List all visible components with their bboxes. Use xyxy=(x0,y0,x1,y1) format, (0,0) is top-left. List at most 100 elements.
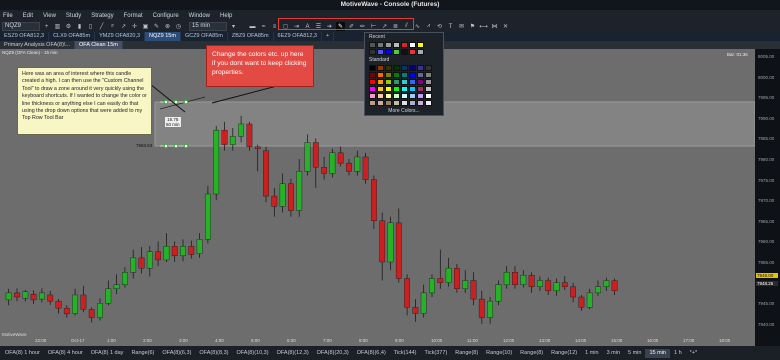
measure-icon[interactable]: ⟷ xyxy=(479,22,488,31)
tip-callout[interactable]: Change the colors etc. up here if you do… xyxy=(206,45,314,87)
tab-esz9[interactable]: ESZ9 OFA812,3 xyxy=(0,32,50,41)
candle[interactable] xyxy=(113,284,120,289)
candle[interactable] xyxy=(97,302,103,318)
annotation-callout[interactable]: Here was an area of interest where this … xyxy=(17,67,152,135)
candle[interactable] xyxy=(55,300,62,309)
label-icon[interactable]: ⚑ xyxy=(468,22,477,31)
candle[interactable] xyxy=(553,282,560,292)
tab-6ez9[interactable]: 6EZ9 OFA812,3 xyxy=(274,32,322,41)
candle[interactable] xyxy=(196,239,203,254)
clock-icon[interactable]: ◷ xyxy=(174,22,183,31)
candle[interactable] xyxy=(454,267,460,289)
candle[interactable] xyxy=(437,278,444,283)
color-swatch[interactable] xyxy=(401,93,408,99)
add-tab-icon[interactable]: + xyxy=(322,32,335,41)
tab-zbz9[interactable]: ZBZ9 OFA85m xyxy=(228,32,274,41)
period-button[interactable]: 15 min xyxy=(645,348,670,358)
candle[interactable] xyxy=(296,171,303,211)
candle[interactable] xyxy=(420,292,427,314)
candle[interactable] xyxy=(63,307,70,315)
candle[interactable] xyxy=(304,142,311,172)
menu-strategy[interactable]: Strategy xyxy=(91,13,113,19)
color-swatch[interactable] xyxy=(369,93,376,99)
color-swatch[interactable] xyxy=(425,79,432,85)
period-button[interactable]: Tick(144) xyxy=(390,349,421,358)
link-icon[interactable]: ⊗ xyxy=(163,22,172,31)
color-swatch[interactable] xyxy=(401,49,408,55)
color-swatch[interactable] xyxy=(417,93,424,99)
candle[interactable] xyxy=(354,156,361,172)
color-swatch[interactable] xyxy=(385,100,392,106)
period-button[interactable]: OFA(8)(6,3) xyxy=(158,349,195,358)
candle[interactable] xyxy=(229,136,236,145)
period-button[interactable]: OFA(8) 1 day xyxy=(87,349,128,358)
color-swatch[interactable] xyxy=(425,86,432,92)
settings-icon[interactable]: ⚙ xyxy=(64,22,73,31)
color-swatch[interactable] xyxy=(401,86,408,92)
menu-file[interactable]: File xyxy=(3,13,13,19)
candle[interactable] xyxy=(47,294,54,302)
menu-study[interactable]: Study xyxy=(66,13,81,19)
color-swatch[interactable] xyxy=(369,49,376,55)
candle[interactable] xyxy=(312,142,319,168)
color-swatch[interactable] xyxy=(409,79,416,85)
candle[interactable] xyxy=(337,152,344,164)
color-swatch[interactable] xyxy=(409,93,416,99)
color-swatch[interactable] xyxy=(369,100,376,106)
color-swatch[interactable] xyxy=(401,65,408,71)
color-swatch[interactable] xyxy=(409,65,416,71)
color-swatch[interactable] xyxy=(369,65,376,71)
tab-clx9[interactable]: CLX9 OFA85m xyxy=(49,32,96,41)
candle[interactable] xyxy=(321,167,327,174)
color-swatch[interactable] xyxy=(385,65,392,71)
color-swatch[interactable] xyxy=(377,42,384,48)
period-button[interactable]: Range(10) xyxy=(482,349,516,358)
candle-icon[interactable]: ▯ xyxy=(86,22,95,31)
color-swatch[interactable] xyxy=(385,49,392,55)
color-swatch[interactable] xyxy=(393,100,400,106)
menu-help[interactable]: Help xyxy=(220,13,232,19)
period-button[interactable]: OFA(8)(6,4) xyxy=(353,349,390,358)
color-swatch[interactable] xyxy=(425,65,432,71)
candle[interactable] xyxy=(412,307,419,314)
color-picker-dropdown[interactable]: Recent Standard More Colors... xyxy=(364,32,444,116)
color-swatch[interactable] xyxy=(369,79,376,85)
custom-channel-zone[interactable] xyxy=(154,101,755,147)
color-swatch[interactable] xyxy=(417,79,424,85)
color-swatch[interactable] xyxy=(377,86,384,92)
candle[interactable] xyxy=(80,294,87,310)
color-swatch[interactable] xyxy=(377,49,384,55)
candle[interactable] xyxy=(503,272,510,285)
candle[interactable] xyxy=(213,129,220,195)
period-button[interactable]: Range(8) xyxy=(516,349,547,358)
color-swatch[interactable] xyxy=(401,72,408,78)
candle[interactable] xyxy=(470,280,477,300)
candle[interactable] xyxy=(14,292,20,298)
dropdown-icon[interactable]: ▾ xyxy=(229,22,238,31)
candle[interactable] xyxy=(254,146,261,149)
color-swatch[interactable] xyxy=(425,93,432,99)
candle[interactable] xyxy=(611,280,618,292)
bar-chart-icon[interactable]: ▮ xyxy=(75,22,84,31)
timeframe-select[interactable]: 15 min xyxy=(189,22,227,31)
color-swatch[interactable] xyxy=(377,100,384,106)
candle[interactable] xyxy=(138,257,145,269)
candle[interactable] xyxy=(429,278,435,294)
period-button[interactable]: *+* xyxy=(686,349,702,358)
draw-icon[interactable]: ✎ xyxy=(152,22,161,31)
zoom-icon[interactable]: ⌕ xyxy=(108,22,117,31)
candle[interactable] xyxy=(462,280,469,289)
handle-point[interactable] xyxy=(163,143,169,149)
period-button[interactable]: OFA(8)(10,3) xyxy=(232,349,272,358)
candle[interactable] xyxy=(121,272,128,285)
color-swatch[interactable] xyxy=(385,42,392,48)
tab-ymz9[interactable]: YMZ9 OFA820,3 xyxy=(95,32,146,41)
candle[interactable] xyxy=(445,267,452,283)
color-swatch[interactable] xyxy=(417,72,424,78)
color-swatch[interactable] xyxy=(377,72,384,78)
menu-format[interactable]: Format xyxy=(124,13,143,19)
candle[interactable] xyxy=(263,150,269,197)
handle-point[interactable] xyxy=(183,99,189,105)
candle[interactable] xyxy=(586,292,593,308)
elliott-icon[interactable]: ⩘ xyxy=(424,22,433,31)
